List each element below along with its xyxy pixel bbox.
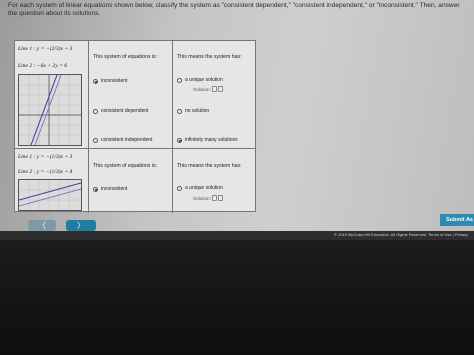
graph-1-line-a <box>30 74 58 146</box>
previous-button[interactable]: 〈 <box>28 220 56 231</box>
option-unique-solution[interactable]: a unique solution <box>177 77 223 83</box>
radio-icon[interactable] <box>177 77 182 83</box>
option-consistent-dependent[interactable]: consistent dependent <box>93 108 149 114</box>
solution-x-box[interactable] <box>211 86 217 92</box>
option-unique-solution[interactable]: a unique solution <box>177 185 223 191</box>
solution-y-box[interactable] <box>217 195 223 201</box>
radio-selected-icon[interactable] <box>93 186 98 192</box>
problem-row-2: Line 1 : y = −(1/3)x + 3 Line 2 : y = −(… <box>15 149 255 213</box>
solution-type-column: This means the system has: a unique solu… <box>173 41 255 148</box>
radio-selected-icon[interactable] <box>177 137 182 143</box>
option-no-solution[interactable]: no solution <box>177 108 209 114</box>
line1-equation: Line 1 : y = −(2/3)x + 3 <box>18 46 73 52</box>
laptop-bezel <box>0 240 474 355</box>
meaning-header: This means the system has: <box>177 54 242 60</box>
footer-text: © 2019 McGraw-Hill Education. All Rights… <box>334 232 468 237</box>
radio-icon[interactable] <box>177 185 182 191</box>
system-type-column: This system of equations is: inconsisten… <box>89 149 173 213</box>
submit-assignment-button[interactable]: Submit As <box>440 214 474 226</box>
graph-2-plot <box>18 180 82 210</box>
option-inconsistent[interactable]: inconsistent <box>93 186 127 192</box>
system-header: This system of equations is: <box>93 163 158 169</box>
solution-x-box[interactable] <box>211 195 217 201</box>
graph-1-plot <box>19 74 81 146</box>
line2-equation: Line 2 : y = −(1/3)x + 4 <box>18 169 73 175</box>
browser-screen: For each system of linear equations show… <box>0 0 474 245</box>
option-inconsistent[interactable]: inconsistent <box>93 78 127 84</box>
radio-icon[interactable] <box>93 137 98 143</box>
system-type-column: This system of equations is: inconsisten… <box>89 41 173 148</box>
meaning-header: This means the system has: <box>177 163 242 169</box>
graph-1 <box>18 74 82 146</box>
equations-column: Line 1 : y = −(1/3)x + 3 Line 2 : y = −(… <box>15 149 89 213</box>
radio-selected-icon[interactable] <box>93 78 98 84</box>
radio-icon[interactable] <box>93 108 98 114</box>
solution-y-box[interactable] <box>217 86 223 92</box>
option-consistent-independent[interactable]: consistent independent <box>93 137 152 143</box>
footer-bar: © 2019 McGraw-Hill Education. All Rights… <box>0 231 474 240</box>
next-button[interactable]: 〉 <box>66 220 96 231</box>
equations-column: Line 1 : y = −(2/3)x + 3 Line 2 : −6x + … <box>15 41 89 148</box>
solution-input[interactable]: Solution: <box>193 86 223 92</box>
option-infinitely-many[interactable]: infinitely many solutions <box>177 137 238 143</box>
line2-equation: Line 2 : −6x + 2y = 6 <box>18 63 68 69</box>
instructions-text: For each system of linear equations show… <box>8 2 460 17</box>
line1-equation: Line 1 : y = −(1/3)x + 3 <box>18 154 73 160</box>
problem-row-1: Line 1 : y = −(2/3)x + 3 Line 2 : −6x + … <box>15 41 255 149</box>
solution-input[interactable]: Solution: <box>193 195 223 201</box>
graph-2 <box>18 179 82 211</box>
solution-type-column: This means the system has: a unique solu… <box>173 149 255 213</box>
radio-icon[interactable] <box>177 108 182 114</box>
problem-card: Line 1 : y = −(2/3)x + 3 Line 2 : −6x + … <box>14 40 256 213</box>
system-header: This system of equations is: <box>93 54 158 60</box>
